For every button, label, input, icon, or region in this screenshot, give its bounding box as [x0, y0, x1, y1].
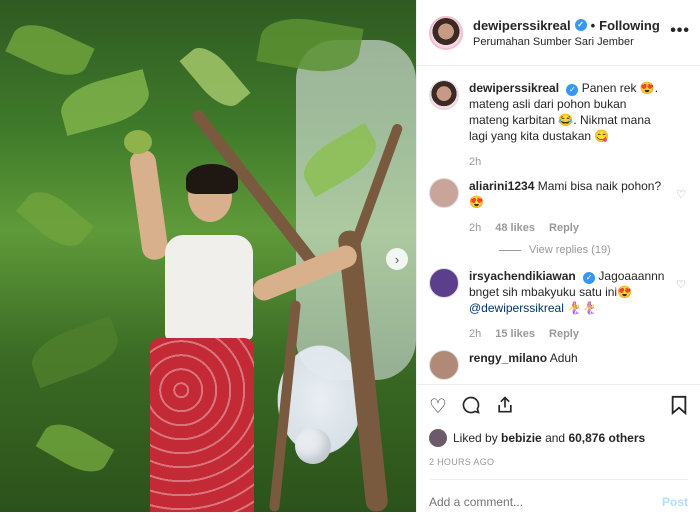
- post-actions: ♡ Liked by bebizie and 60,876 others 2 H…: [417, 384, 700, 512]
- header-user-row: dewiperssikreal ✓ • Following: [473, 18, 660, 33]
- verified-badge-icon: ✓: [574, 19, 587, 31]
- photo-leaf: [55, 69, 155, 136]
- photo-leaf: [25, 315, 125, 389]
- separator-dot: •: [590, 17, 596, 33]
- post-photo[interactable]: ›: [0, 0, 416, 512]
- caption-body: dewiperssikreal ✓ Panen rek 😍. mateng as…: [469, 80, 667, 170]
- photo-leaf: [35, 414, 115, 482]
- comment-username[interactable]: aliarini1234: [469, 179, 534, 193]
- comment-text: Aduh: [549, 351, 578, 365]
- header-text: dewiperssikreal ✓ • Following Perumahan …: [473, 18, 660, 48]
- action-icons: ♡: [429, 393, 688, 421]
- liked-by-prefix: Liked by: [453, 431, 498, 445]
- lamp-globe: [295, 428, 331, 464]
- comment-time: 2h: [469, 222, 482, 234]
- heart-icon[interactable]: ♡: [429, 397, 447, 417]
- liked-by-and: and: [545, 431, 566, 445]
- post-button[interactable]: Post: [662, 495, 688, 509]
- share-icon[interactable]: [495, 395, 515, 419]
- more-options-icon[interactable]: •••: [670, 22, 690, 40]
- add-comment-bar: Post: [429, 479, 688, 521]
- liked-by-others[interactable]: 60,876 others: [568, 431, 645, 445]
- comment-item: rengy_milano Aduh: [429, 350, 688, 380]
- likes-summary: Liked by bebizie and 60,876 others: [429, 429, 688, 447]
- avatar[interactable]: [429, 178, 459, 208]
- pants-pattern: [150, 338, 254, 512]
- verified-badge-icon: ✓: [566, 84, 579, 96]
- comment-body: rengy_milano Aduh: [469, 350, 667, 366]
- caption: dewiperssikreal ✓ Panen rek 😍. mateng as…: [429, 80, 688, 170]
- comment-username[interactable]: rengy_milano: [469, 351, 547, 365]
- post-timestamp[interactable]: 2 HOURS AGO: [429, 457, 688, 467]
- comment-icon[interactable]: [461, 395, 481, 419]
- instagram-post: › dewiperssikreal ✓ • Following Perumaha…: [0, 0, 700, 512]
- photo-leaf: [5, 14, 95, 86]
- post-side-panel: dewiperssikreal ✓ • Following Perumahan …: [416, 0, 700, 512]
- comment-mention[interactable]: @dewiperssikreal: [469, 301, 564, 315]
- caption-time: 2h: [469, 156, 482, 168]
- avatar[interactable]: [429, 268, 459, 298]
- photo-leaf: [179, 39, 251, 115]
- view-replies-button[interactable]: View replies (19): [499, 244, 688, 256]
- avatar[interactable]: [429, 80, 459, 110]
- tree-branch: [268, 300, 302, 512]
- caption-username[interactable]: dewiperssikreal: [469, 81, 559, 95]
- reply-button[interactable]: Reply: [549, 220, 579, 236]
- following-button[interactable]: Following: [599, 18, 660, 33]
- mango-fruit: [124, 130, 152, 154]
- comment-meta: 2h 15 likes Reply: [469, 326, 667, 342]
- post-header: dewiperssikreal ✓ • Following Perumahan …: [417, 0, 700, 66]
- comment-body: aliarini1234 Mami bisa naik pohon?😍 2h 4…: [469, 178, 667, 236]
- comment-heart-icon[interactable]: ♡: [676, 188, 686, 201]
- comments-list[interactable]: dewiperssikreal ✓ Panen rek 😍. mateng as…: [417, 66, 700, 384]
- photo-leaf: [15, 181, 95, 257]
- comment-meta: 2h 48 likes Reply: [469, 220, 667, 236]
- chevron-right-icon[interactable]: ›: [386, 248, 408, 270]
- comment-likes[interactable]: 48 likes: [495, 220, 535, 236]
- comment-time: 2h: [469, 328, 482, 340]
- comment-body: irsyachendikiawan ✓ Jagoaaannn bnget sih…: [469, 268, 667, 342]
- avatar[interactable]: [429, 350, 459, 380]
- avatar[interactable]: [429, 429, 447, 447]
- person-arm: [128, 148, 170, 262]
- comment-input[interactable]: [429, 494, 662, 509]
- comment-item: aliarini1234 Mami bisa naik pohon?😍 2h 4…: [429, 178, 688, 236]
- reply-button[interactable]: Reply: [549, 326, 579, 342]
- comment-item: irsyachendikiawan ✓ Jagoaaannn bnget sih…: [429, 268, 688, 342]
- verified-badge-icon: ✓: [583, 272, 596, 284]
- header-username[interactable]: dewiperssikreal: [473, 18, 571, 33]
- liked-by-user[interactable]: bebizie: [501, 431, 542, 445]
- person-tank-top: [165, 235, 253, 340]
- comment-username[interactable]: irsyachendikiawan: [469, 269, 576, 283]
- caption-meta: 2h: [469, 154, 667, 170]
- comment-likes[interactable]: 15 likes: [495, 326, 535, 342]
- comment-heart-icon[interactable]: ♡: [676, 278, 686, 291]
- comment-emoji: 🧜‍♀️🧜‍♀️: [567, 301, 598, 315]
- avatar[interactable]: [429, 15, 463, 50]
- person-hair: [186, 164, 238, 194]
- location-link[interactable]: Perumahan Sumber Sari Jember: [473, 36, 660, 48]
- bookmark-icon[interactable]: [670, 395, 688, 419]
